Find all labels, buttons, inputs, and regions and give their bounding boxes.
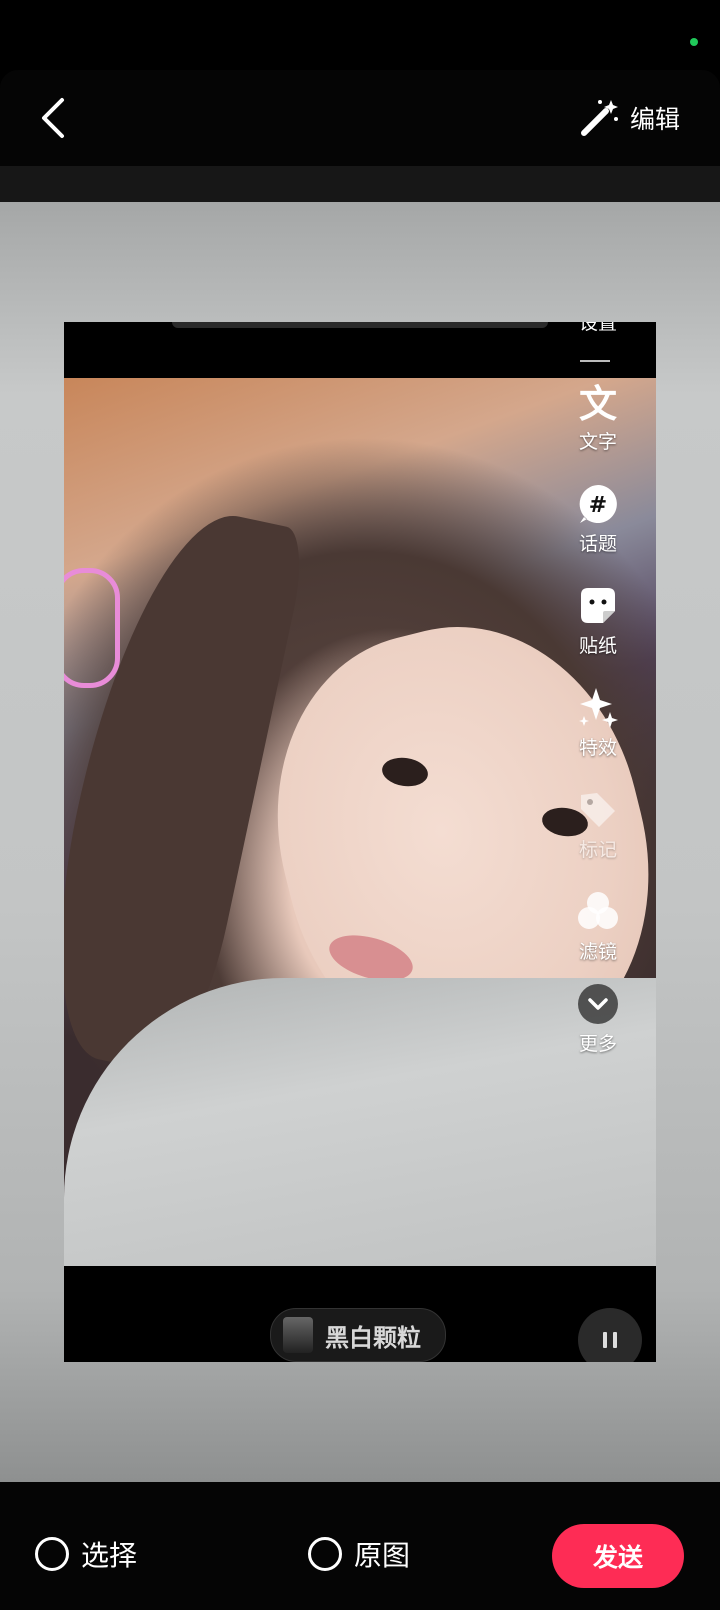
- header-divider-strip: [0, 166, 720, 202]
- magic-wand-icon: [581, 100, 618, 136]
- chevron-down-icon: [576, 982, 620, 1026]
- send-button[interactable]: 发送: [552, 1524, 684, 1588]
- filter-chip[interactable]: 黑白颗粒: [270, 1308, 446, 1362]
- filter-thumbnail: [283, 1317, 313, 1353]
- select-radio[interactable]: [35, 1537, 69, 1571]
- rail-divider: [580, 360, 610, 362]
- svg-text:文: 文: [579, 382, 617, 423]
- sticker-icon: [576, 584, 620, 628]
- settings-label[interactable]: 设置: [564, 322, 632, 335]
- chevron-left-icon: [42, 98, 64, 138]
- background-light: [64, 568, 120, 688]
- filter-name: 黑白颗粒: [325, 1323, 421, 1352]
- tool-filter[interactable]: 滤镜: [564, 890, 632, 964]
- tag-icon: [576, 788, 620, 832]
- pause-button[interactable]: [578, 1308, 642, 1362]
- edit-button[interactable]: 编辑: [578, 96, 680, 140]
- tool-more[interactable]: 更多: [564, 982, 632, 1056]
- tool-label: 更多: [578, 1033, 617, 1055]
- tool-label: 特效: [578, 737, 617, 759]
- tool-topic[interactable]: # 话题: [564, 482, 632, 556]
- hashtag-icon: #: [576, 482, 620, 526]
- tool-label: 文字: [578, 431, 617, 453]
- svg-text:#: #: [589, 493, 607, 518]
- sparkle-effects-icon: [576, 686, 620, 730]
- text-icon: 文: [576, 380, 620, 424]
- tool-label: 贴纸: [578, 635, 617, 657]
- tool-label: 话题: [578, 533, 617, 555]
- back-button[interactable]: [30, 92, 78, 144]
- select-option[interactable]: 选择: [35, 1534, 137, 1574]
- tool-text[interactable]: 文 文字: [564, 380, 632, 454]
- bottom-bar: 选择 原图 发送: [0, 1482, 720, 1610]
- original-radio[interactable]: [308, 1537, 342, 1571]
- status-indicator-dot: [690, 38, 698, 46]
- tool-label: 标记: [578, 839, 617, 861]
- tool-tag[interactable]: 标记: [564, 788, 632, 862]
- pause-icon: [603, 1332, 617, 1348]
- original-label: 原图: [354, 1539, 411, 1572]
- tool-effects[interactable]: 特效: [564, 686, 632, 760]
- video-preview[interactable]: 设置 文 文字 # 话题 贴纸 特效 标记 滤镜 更多 黑白颗粒: [64, 322, 656, 1362]
- original-option[interactable]: 原图: [308, 1534, 410, 1574]
- tool-rail: 设置 文 文字 # 话题 贴纸 特效 标记 滤镜 更多: [564, 322, 632, 1362]
- top-bar: 编辑: [0, 70, 720, 276]
- select-label: 选择: [81, 1539, 138, 1572]
- tool-sticker[interactable]: 贴纸: [564, 584, 632, 658]
- tool-label: 滤镜: [578, 941, 617, 963]
- filter-icon: [576, 890, 620, 934]
- edit-label: 编辑: [630, 105, 681, 134]
- notch-strip: [172, 322, 548, 328]
